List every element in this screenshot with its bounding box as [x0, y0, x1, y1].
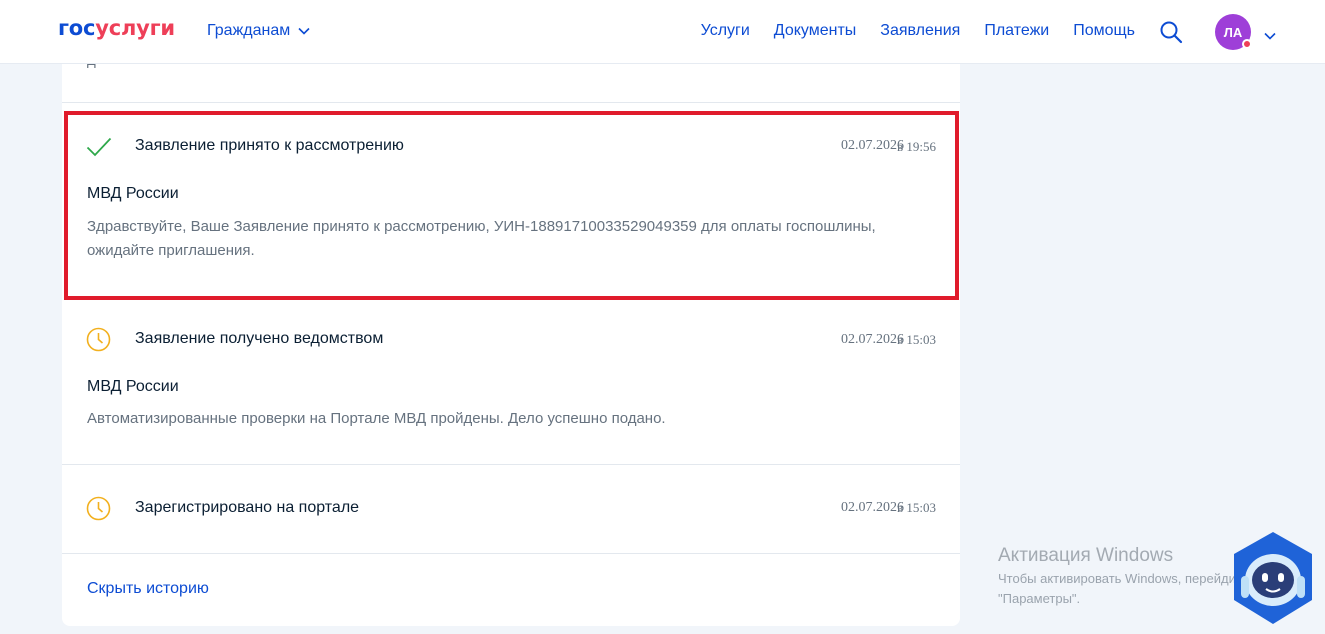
- search-button[interactable]: [1159, 20, 1183, 49]
- history-entry-received: Заявление получено ведомством 02.07.2026…: [62, 302, 960, 464]
- entry-message: Автоматизированные проверки на Портале М…: [87, 410, 666, 427]
- chevron-down-icon: [298, 27, 310, 35]
- nav-applications[interactable]: Заявления: [880, 22, 960, 40]
- avatar-initials: ЛА: [1223, 24, 1243, 40]
- logo-part-1: гос: [58, 16, 96, 40]
- entry-date: 02.07.2026: [841, 138, 904, 153]
- history-card: д Заявление принято к рассмотрению 02.07…: [62, 0, 960, 626]
- nav-help[interactable]: Помощь: [1073, 22, 1135, 40]
- robot-assistant-button[interactable]: [1230, 530, 1316, 626]
- entry-time: в 15:03: [897, 332, 936, 347]
- entry-date: 02.07.2026: [841, 500, 904, 515]
- entry-time: в 19:56: [897, 139, 936, 154]
- clock-icon: [86, 496, 111, 521]
- divider: [62, 553, 960, 554]
- chevron-down-icon: [1264, 32, 1276, 40]
- hide-history-link[interactable]: Скрыть историю: [87, 580, 209, 598]
- gosuslugi-logo[interactable]: госуслуги: [58, 16, 175, 40]
- check-icon: [86, 137, 112, 157]
- history-entry-registered: Зарегистрировано на портале 02.07.2026 в…: [62, 465, 960, 553]
- entry-title: Заявление получено ведомством: [135, 330, 384, 347]
- entry-date: 02.07.2026: [841, 332, 904, 347]
- entry-title: Заявление принято к рассмотрению: [135, 137, 404, 154]
- nav-payments[interactable]: Платежи: [984, 22, 1049, 40]
- logo-part-2: услуги: [95, 16, 175, 40]
- entry-title: Зарегистрировано на портале: [135, 499, 360, 516]
- entry-time: в 15:03: [897, 500, 936, 515]
- entry-organization: МВД России: [87, 185, 179, 202]
- citizens-label: Гражданам: [207, 22, 291, 39]
- notification-dot: [1242, 39, 1252, 49]
- entry-organization: МВД России: [87, 378, 179, 395]
- main-nav: Услуги Документы Заявления Платежи Помощ…: [677, 22, 1135, 40]
- history-entry-accepted: Заявление принято к рассмотрению 02.07.2…: [62, 102, 960, 302]
- top-header: госуслуги Гражданам Услуги Документы Зая…: [0, 0, 1325, 64]
- entry-message: Здравствуйте, Ваше Заявление принято к р…: [87, 218, 876, 259]
- clock-icon: [86, 327, 111, 352]
- nav-documents[interactable]: Документы: [774, 22, 856, 40]
- profile-menu-toggle[interactable]: [1264, 27, 1276, 45]
- search-icon: [1160, 21, 1183, 44]
- robot-assistant-icon: [1234, 532, 1312, 624]
- citizens-menu[interactable]: Гражданам: [207, 22, 310, 40]
- nav-services[interactable]: Услуги: [701, 22, 750, 40]
- user-avatar[interactable]: ЛА: [1215, 14, 1252, 50]
